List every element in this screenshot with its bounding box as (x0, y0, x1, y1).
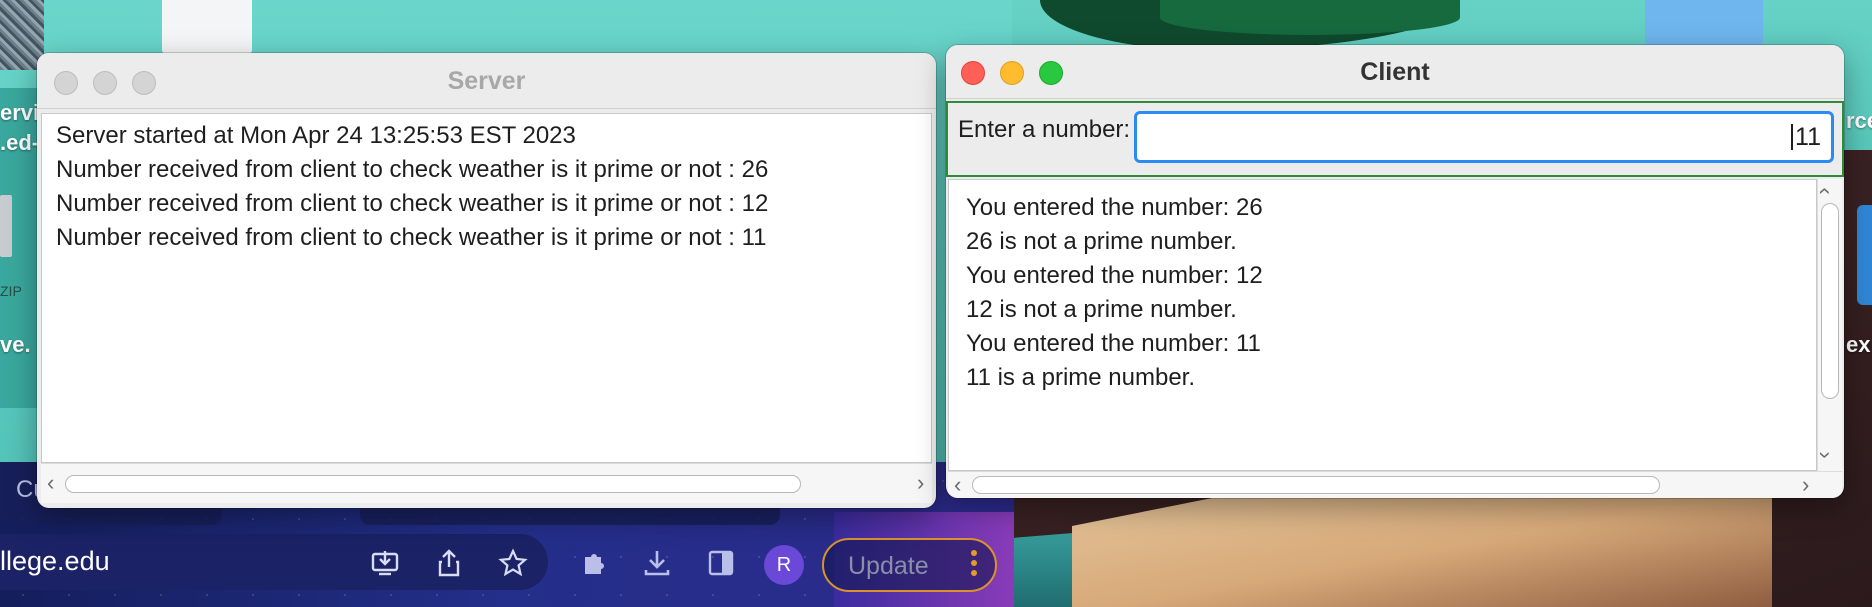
download-icon[interactable] (640, 548, 674, 580)
client-window: Client Enter a number: 11 You entered th… (946, 45, 1844, 498)
client-titlebar[interactable]: Client (946, 45, 1844, 99)
desktop-label-3[interactable]: ve. (0, 332, 31, 358)
client-output-line: You entered the number: 12 (966, 262, 1263, 289)
server-log-area[interactable]: Server started at Mon Apr 24 13:25:53 ES… (41, 113, 932, 463)
update-button[interactable]: Update (822, 538, 997, 592)
extensions-icon[interactable] (577, 548, 611, 580)
profile-avatar[interactable]: R (764, 545, 804, 585)
address-bar-url[interactable]: llege.edu (0, 546, 110, 577)
update-button-label: Update (848, 552, 929, 580)
client-output-line: 26 is not a prime number. (966, 228, 1237, 255)
number-input-value: 11 (1791, 124, 1821, 150)
server-horizontal-scrollbar[interactable]: ‹ › (41, 463, 932, 503)
side-panel-icon[interactable] (704, 548, 738, 580)
desktop-file-icon[interactable] (162, 0, 252, 54)
scrollbar-thumb[interactable] (65, 475, 801, 493)
zip-file-icon[interactable] (0, 195, 12, 257)
client-output-line: 11 is a prime number. (966, 364, 1195, 391)
scroll-up-icon[interactable]: ‹ (1814, 187, 1839, 194)
more-menu-icon[interactable] (969, 546, 979, 580)
server-titlebar[interactable]: Server (37, 53, 936, 109)
scroll-left-icon[interactable]: ‹ (954, 473, 961, 497)
number-input[interactable]: 11 (1134, 111, 1834, 163)
scroll-right-icon[interactable]: › (917, 471, 924, 495)
scrollbar-thumb[interactable] (972, 476, 1660, 494)
client-output-area[interactable]: You entered the number: 26 26 is not a p… (948, 179, 1817, 471)
server-window: Server Server started at Mon Apr 24 13:2… (37, 53, 936, 508)
client-output-line: You entered the number: 26 (966, 194, 1263, 221)
zip-label: ZIP (0, 283, 22, 299)
number-input-label: Enter a number: (958, 116, 1131, 143)
scrollbar-thumb[interactable] (1821, 203, 1839, 399)
input-panel: Enter a number: 11 (946, 101, 1844, 177)
desktop-label-right-2[interactable]: ex (1846, 332, 1870, 358)
client-vertical-scrollbar[interactable]: ‹ › (1814, 179, 1842, 471)
install-icon[interactable] (368, 548, 402, 580)
client-window-title: Client (1360, 58, 1430, 86)
scroll-left-icon[interactable]: ‹ (47, 471, 54, 495)
scroll-right-icon[interactable]: › (1802, 473, 1809, 497)
desktop-blue-window-edge (1645, 0, 1763, 46)
server-log-line: Number received from client to check wea… (56, 190, 769, 217)
client-output-line: 12 is not a prime number. (966, 296, 1237, 323)
scroll-down-icon[interactable]: › (1814, 451, 1839, 458)
desktop-label-1[interactable]: ervi (0, 100, 39, 126)
client-horizontal-scrollbar[interactable]: ‹ › (948, 471, 1842, 498)
server-log-line: Server started at Mon Apr 24 13:25:53 ES… (56, 122, 576, 149)
client-output-line: You entered the number: 11 (966, 330, 1261, 357)
desktop-label-2[interactable]: .ed- (0, 130, 39, 156)
desktop-label-right-1[interactable]: rce (1846, 108, 1872, 134)
server-window-title: Server (447, 67, 526, 95)
star-icon[interactable] (496, 548, 530, 580)
desktop-folder-icon[interactable] (1857, 205, 1872, 305)
server-log-line: Number received from client to check wea… (56, 156, 769, 183)
share-icon[interactable] (432, 548, 466, 580)
server-log-line: Number received from client to check wea… (56, 224, 767, 251)
